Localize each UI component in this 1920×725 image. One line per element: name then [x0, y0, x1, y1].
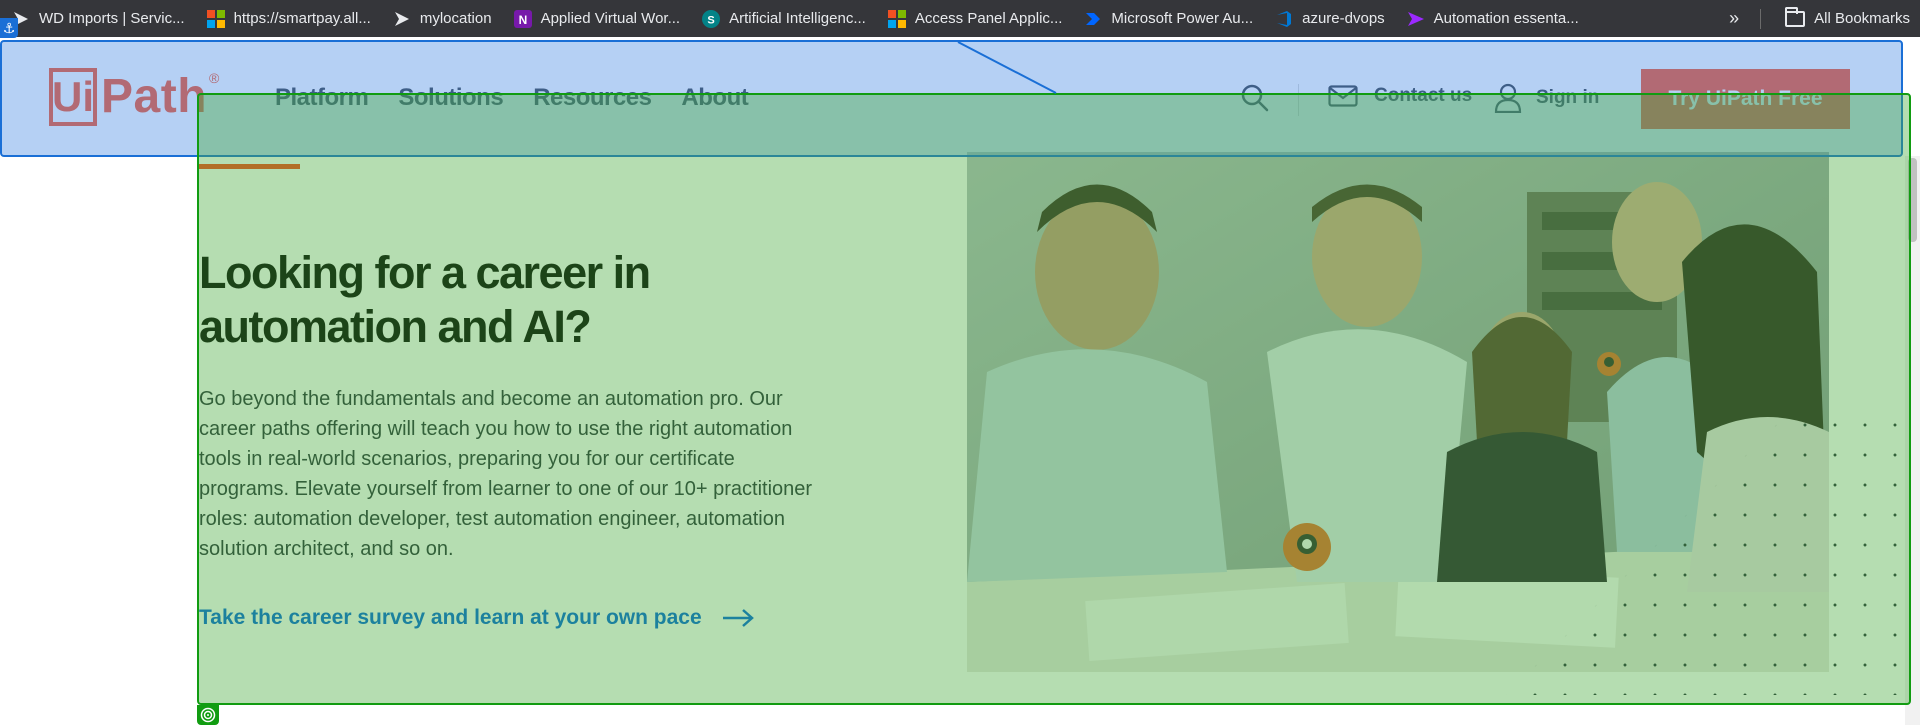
bookmarks-bar: WD Imports | Servic... https://smartpay.a…: [0, 0, 1920, 37]
bookmarks-divider: [1760, 8, 1762, 29]
target-icon: [197, 705, 219, 725]
bookmark-label: Automation essenta...: [1433, 10, 1579, 27]
all-bookmarks-label: All Bookmarks: [1814, 10, 1910, 27]
bookmark-label: WD Imports | Servic...: [39, 10, 185, 27]
microsoft-icon: [887, 9, 906, 28]
bookmarks-overflow-button[interactable]: »: [1714, 8, 1754, 29]
sharepoint-icon: S: [702, 9, 721, 28]
bookmark-item[interactable]: Microsoft Power Au...: [1072, 0, 1263, 37]
power-apps-icon: [1407, 10, 1425, 28]
bookmark-label: mylocation: [419, 10, 492, 27]
bookmark-list: WD Imports | Servic... https://smartpay.a…: [0, 0, 1589, 37]
all-bookmarks-button[interactable]: All Bookmarks: [1773, 0, 1920, 37]
power-automate-icon: [1084, 10, 1102, 28]
bookmarks-right: » All Bookmarks: [1714, 0, 1920, 37]
bookmark-label: https://smartpay.all...: [233, 10, 371, 27]
folder-icon: [1785, 6, 1806, 27]
bookmark-item[interactable]: https://smartpay.all...: [195, 0, 381, 37]
svg-text:N: N: [518, 13, 527, 27]
svg-text:S: S: [707, 14, 714, 26]
bookmark-label: Artificial Intelligenc...: [729, 10, 866, 27]
bookmark-label: Microsoft Power Au...: [1111, 10, 1254, 27]
bookmark-item[interactable]: Automation essenta...: [1395, 0, 1589, 37]
bookmark-label: azure-dvops: [1302, 10, 1385, 27]
bookmark-item[interactable]: mylocation: [381, 0, 502, 37]
servicenow-icon: [393, 10, 411, 28]
bookmark-item[interactable]: S Artificial Intelligenc...: [690, 0, 876, 37]
bookmark-item[interactable]: azure-dvops: [1263, 0, 1395, 37]
bookmark-label: Applied Virtual Wor...: [540, 10, 681, 27]
bookmark-item[interactable]: Access Panel Applic...: [876, 0, 1073, 37]
microsoft-icon: [206, 9, 225, 28]
anchor-icon: ⚓: [0, 18, 18, 38]
azure-devops-icon: [1275, 10, 1293, 28]
content-highlight-overlay: [197, 93, 1911, 705]
bookmark-item[interactable]: N Applied Virtual Wor...: [502, 0, 691, 37]
onenote-icon: N: [513, 9, 532, 28]
bookmark-item[interactable]: WD Imports | Servic...: [0, 0, 195, 37]
bookmark-label: Access Panel Applic...: [914, 10, 1063, 27]
